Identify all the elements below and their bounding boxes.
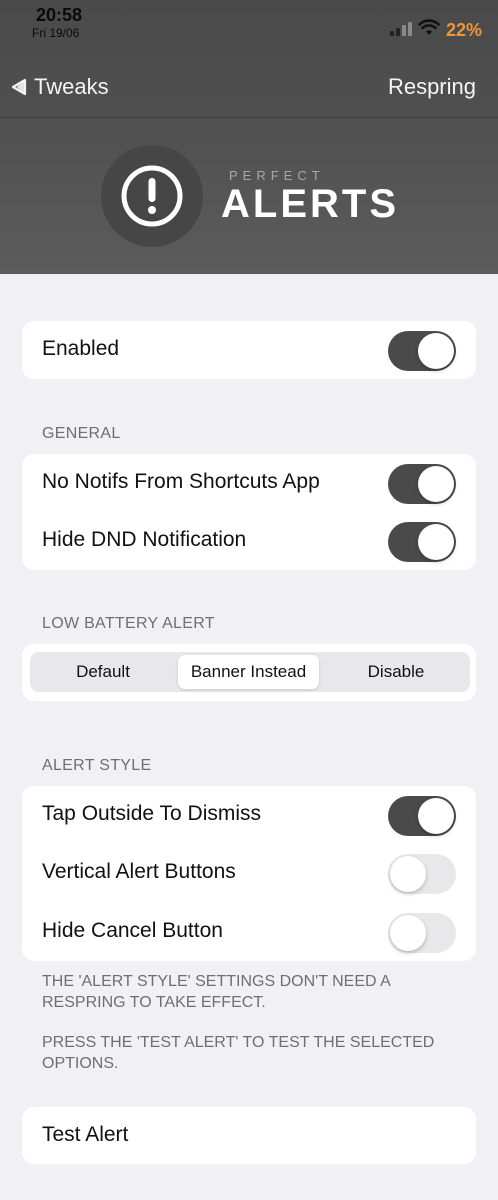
tap-outside-label: Tap Outside To Dismiss bbox=[42, 802, 262, 825]
status-time: 20:58 bbox=[36, 5, 83, 25]
no-notifs-shortcuts-toggle[interactable] bbox=[388, 464, 456, 504]
toggle-knob bbox=[390, 915, 426, 951]
enabled-row: Enabled bbox=[22, 321, 476, 379]
alert-style-row-hide-cancel: Hide Cancel Button bbox=[22, 903, 476, 961]
back-arrow-icon bbox=[11, 78, 27, 96]
battery-percentage: 22% bbox=[446, 20, 483, 40]
general-row-dnd: Hide DND Notification bbox=[22, 512, 476, 570]
test-alert-label: Test Alert bbox=[42, 1123, 129, 1146]
toggle-knob bbox=[390, 856, 426, 892]
segment-banner-instead[interactable]: Banner Instead bbox=[178, 655, 319, 689]
exclamation-circle-icon bbox=[121, 165, 183, 227]
wifi-icon bbox=[418, 19, 440, 35]
low-battery-section-header: LOW BATTERY ALERT bbox=[42, 615, 215, 632]
low-battery-segmented-control: Default Banner Instead Disable bbox=[30, 652, 470, 692]
vertical-buttons-toggle[interactable] bbox=[388, 854, 456, 894]
navigation-bar: Tweaks Respring bbox=[0, 60, 498, 116]
enabled-card: Enabled bbox=[22, 321, 476, 379]
no-notifs-shortcuts-label: No Notifs From Shortcuts App bbox=[42, 470, 320, 493]
nav-divider bbox=[0, 117, 498, 118]
logo-title: ALERTS bbox=[221, 182, 399, 226]
toggle-knob bbox=[418, 524, 454, 560]
segment-default[interactable]: Default bbox=[33, 655, 173, 689]
toggle-knob bbox=[418, 333, 454, 369]
header-banner: 20:58 Fri 19/06 22% Tweaks Respring PERF… bbox=[0, 0, 498, 274]
segment-disable[interactable]: Disable bbox=[325, 655, 467, 689]
alert-style-row-vertical-buttons: Vertical Alert Buttons bbox=[22, 844, 476, 902]
cellular-signal-icon bbox=[390, 22, 412, 36]
toggle-knob bbox=[418, 466, 454, 502]
alert-style-note-respring: THE 'ALERT STYLE' SETTINGS DON'T NEED A … bbox=[42, 973, 390, 1011]
tap-outside-toggle[interactable] bbox=[388, 796, 456, 836]
enabled-toggle[interactable] bbox=[388, 331, 456, 371]
alert-style-card: Tap Outside To Dismiss Vertical Alert Bu… bbox=[22, 786, 476, 961]
alert-style-note-test: PRESS THE 'TEST ALERT' TO TEST THE SELEC… bbox=[42, 1034, 435, 1072]
test-alert-row[interactable]: Test Alert bbox=[22, 1107, 476, 1165]
hide-dnd-label: Hide DND Notification bbox=[42, 528, 247, 551]
respring-button[interactable]: Respring bbox=[388, 74, 476, 100]
alert-style-section-header: ALERT STYLE bbox=[42, 757, 152, 774]
general-card: No Notifs From Shortcuts App Hide DND No… bbox=[22, 454, 476, 570]
enabled-label: Enabled bbox=[42, 337, 120, 360]
low-battery-card: Default Banner Instead Disable bbox=[22, 644, 476, 701]
back-label: Tweaks bbox=[34, 74, 109, 99]
hide-cancel-label: Hide Cancel Button bbox=[42, 919, 223, 942]
alert-style-row-tap-outside: Tap Outside To Dismiss bbox=[22, 786, 476, 844]
hide-dnd-toggle[interactable] bbox=[388, 522, 456, 562]
hide-cancel-toggle[interactable] bbox=[388, 913, 456, 953]
back-button[interactable]: Tweaks bbox=[10, 74, 109, 100]
general-section-header: GENERAL bbox=[42, 425, 121, 442]
status-bar: 20:58 Fri 19/06 22% bbox=[0, 0, 498, 46]
toggle-knob bbox=[418, 798, 454, 834]
test-alert-card[interactable]: Test Alert bbox=[22, 1107, 476, 1164]
general-row-shortcuts: No Notifs From Shortcuts App bbox=[22, 454, 476, 512]
status-date: Fri 19/06 bbox=[32, 26, 80, 40]
logo-subtitle: PERFECT bbox=[229, 168, 325, 183]
vertical-buttons-label: Vertical Alert Buttons bbox=[42, 860, 236, 883]
